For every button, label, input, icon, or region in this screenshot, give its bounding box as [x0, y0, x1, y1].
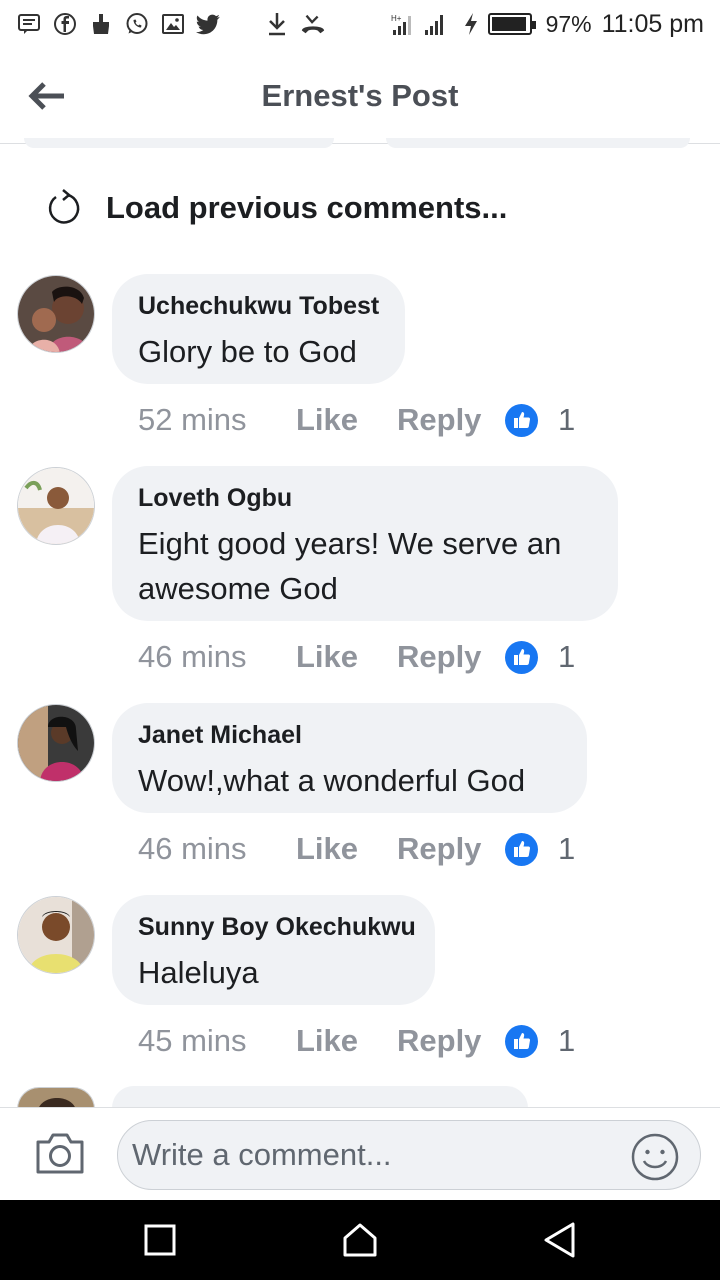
comment-time[interactable]: 45 mins	[138, 1023, 296, 1059]
comment-actions: 45 mins Like Reply 1	[138, 1023, 575, 1059]
thumbs-up-icon[interactable]	[505, 640, 538, 674]
emoji-button[interactable]	[630, 1132, 680, 1182]
avatar[interactable]	[17, 1087, 95, 1109]
like-button[interactable]: Like	[296, 1023, 397, 1059]
facebook-icon	[52, 11, 78, 37]
load-previous-comments[interactable]: Load previous comments...	[44, 188, 507, 228]
clock: 11:05 pm	[601, 9, 704, 38]
comment-bubble[interactable]: Janet Michael Wow!,what a wonderful God	[112, 703, 587, 813]
comment-text: Glory be to God	[138, 334, 357, 369]
load-previous-label: Load previous comments...	[106, 190, 508, 225]
reply-button[interactable]: Reply	[397, 831, 505, 867]
recents-button[interactable]	[140, 1220, 180, 1260]
cleaner-icon	[88, 11, 114, 37]
whatsapp-icon	[124, 11, 150, 37]
avatar[interactable]	[17, 704, 95, 782]
page-title: Ernest's Post	[261, 77, 459, 113]
comment-author[interactable]: Janet Michael	[138, 721, 561, 750]
svg-text:H+: H+	[391, 14, 402, 23]
message-icon	[16, 11, 42, 37]
battery-percent: 97%	[545, 10, 592, 37]
triangle-back-icon	[544, 1222, 575, 1258]
camera-button[interactable]	[34, 1132, 90, 1180]
reaction-count[interactable]: 1	[558, 402, 575, 438]
comment-time[interactable]: 52 mins	[138, 402, 296, 438]
refresh-icon	[48, 189, 80, 224]
comment-composer	[0, 1107, 720, 1200]
home-icon	[343, 1223, 377, 1257]
comment-text: Haleluya	[138, 955, 259, 990]
next-comment-bubble-edge	[112, 1086, 528, 1108]
comment-bubble[interactable]: Loveth Ogbu Eight good years! We serve a…	[112, 466, 618, 621]
reply-button[interactable]: Reply	[397, 402, 505, 438]
thumbs-up-icon[interactable]	[505, 403, 538, 437]
home-button[interactable]	[340, 1220, 380, 1260]
avatar[interactable]	[17, 467, 95, 545]
avatar[interactable]	[17, 896, 95, 974]
charging-icon	[462, 11, 480, 37]
twitter-icon	[196, 11, 222, 37]
comment-author[interactable]: Sunny Boy Okechukwu	[138, 913, 416, 942]
post-header: Ernest's Post	[0, 48, 720, 144]
comment-time[interactable]: 46 mins	[138, 639, 296, 675]
previous-content-edge	[386, 138, 690, 148]
comment-input[interactable]	[117, 1120, 701, 1190]
missed-call-icon	[300, 11, 326, 37]
like-button[interactable]: Like	[296, 831, 397, 867]
notification-icons	[16, 11, 326, 37]
reaction-count[interactable]: 1	[558, 639, 575, 675]
square-icon	[144, 1224, 176, 1256]
comment-actions: 52 mins Like Reply 1	[138, 402, 575, 438]
comment-bubble[interactable]: Sunny Boy Okechukwu Haleluya	[112, 895, 435, 1005]
like-button[interactable]: Like	[296, 639, 397, 675]
thumbs-up-icon[interactable]	[505, 1024, 538, 1058]
status-bar: H+ 97% 11:05 pm	[0, 0, 720, 48]
reply-button[interactable]: Reply	[397, 639, 505, 675]
signal-icon: H+	[390, 11, 454, 37]
battery-icon	[487, 13, 536, 35]
comment-text: Wow!,what a wonderful God	[138, 763, 526, 798]
android-nav-bar	[0, 1200, 720, 1280]
reaction-count[interactable]: 1	[558, 1023, 575, 1059]
arrow-left-icon	[28, 82, 64, 110]
reply-button[interactable]: Reply	[397, 1023, 505, 1059]
system-status: H+ 97% 11:05 pm	[390, 10, 704, 39]
comment-bubble[interactable]: Uchechukwu Tobest Glory be to God	[112, 274, 405, 384]
camera-icon	[36, 1133, 84, 1174]
back-button[interactable]	[26, 76, 68, 116]
avatar[interactable]	[17, 275, 95, 353]
comment-actions: 46 mins Like Reply 1	[138, 639, 575, 675]
comment-text: Eight good years! We serve an awesome Go…	[138, 526, 562, 606]
thumbs-up-icon[interactable]	[505, 832, 538, 866]
comment-time[interactable]: 46 mins	[138, 831, 296, 867]
comment-author[interactable]: Loveth Ogbu	[138, 484, 592, 513]
comment-actions: 46 mins Like Reply 1	[138, 831, 575, 867]
reaction-count[interactable]: 1	[558, 831, 575, 867]
emoji-icon	[631, 1133, 679, 1181]
previous-content-edge	[24, 138, 334, 148]
back-nav-button[interactable]	[540, 1220, 580, 1260]
like-button[interactable]: Like	[296, 402, 397, 438]
comment-author[interactable]: Uchechukwu Tobest	[138, 292, 379, 321]
gallery-icon	[160, 11, 186, 37]
download-icon	[264, 11, 290, 37]
